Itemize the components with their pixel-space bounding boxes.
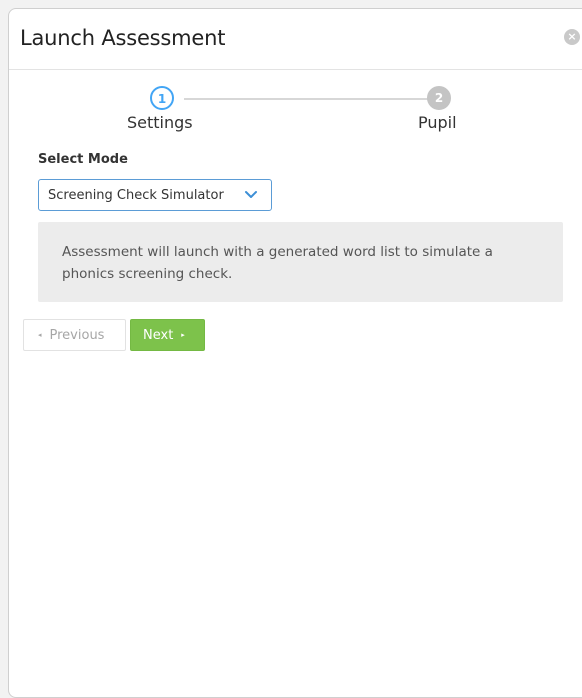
select-mode-label: Select Mode	[38, 152, 128, 167]
next-button[interactable]: Next ▸	[130, 319, 205, 351]
chevron-left-icon: ◂	[38, 331, 42, 339]
previous-button[interactable]: ◂ Previous	[23, 319, 126, 351]
dialog-header: Launch Assessment ×	[9, 9, 582, 70]
info-message: Assessment will launch with a generated …	[38, 222, 563, 302]
chevron-down-icon	[245, 191, 257, 198]
chevron-right-icon: ▸	[181, 331, 185, 339]
step-number-2: 2	[427, 86, 451, 110]
close-icon[interactable]: ×	[564, 29, 580, 45]
mode-select[interactable]: Screening Check Simulator	[38, 179, 272, 211]
step-label-settings: Settings	[127, 113, 193, 132]
stepper-line	[184, 98, 434, 100]
step-label-pupil: Pupil	[418, 113, 457, 132]
dialog-title: Launch Assessment	[20, 26, 226, 50]
launch-assessment-dialog: Launch Assessment × 1 Settings 2 Pupil S…	[8, 8, 582, 698]
step-number-1: 1	[150, 86, 174, 110]
previous-button-label: Previous	[49, 328, 105, 343]
mode-select-value: Screening Check Simulator	[48, 188, 224, 203]
next-button-label: Next	[143, 328, 174, 343]
stepper: 1 Settings 2 Pupil	[9, 84, 582, 144]
